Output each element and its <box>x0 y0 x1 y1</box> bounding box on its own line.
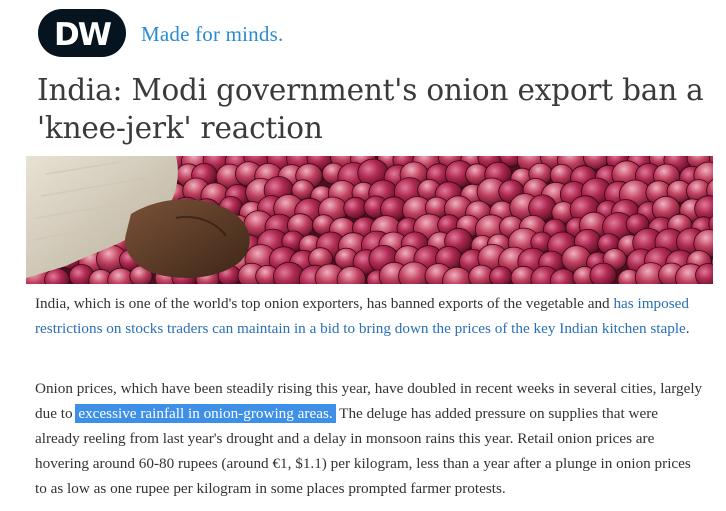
dw-logo-text: DW <box>54 17 112 53</box>
paragraph-1-text: India, which is one of the world's top o… <box>35 295 614 312</box>
site-header: DW Made for minds. <box>38 8 283 58</box>
dw-logo[interactable]: DW <box>38 9 126 57</box>
onion-pile-photo <box>26 156 713 284</box>
onion-shape <box>489 266 513 284</box>
article-paragraph-2: Onion prices, which have been steadily r… <box>35 376 705 501</box>
article-headline: India: Modi government's onion export ba… <box>37 73 704 145</box>
selected-text-highlight[interactable]: excessive rainfall in onion-growing area… <box>75 404 336 423</box>
onion-shape <box>589 262 617 284</box>
brand-tagline: Made for minds. <box>141 21 284 46</box>
article-paragraph-1: India, which is one of the world's top o… <box>35 291 705 341</box>
paragraph-1-end: . <box>685 320 690 337</box>
onion-shape <box>343 196 368 220</box>
article-hero-image <box>26 156 713 284</box>
